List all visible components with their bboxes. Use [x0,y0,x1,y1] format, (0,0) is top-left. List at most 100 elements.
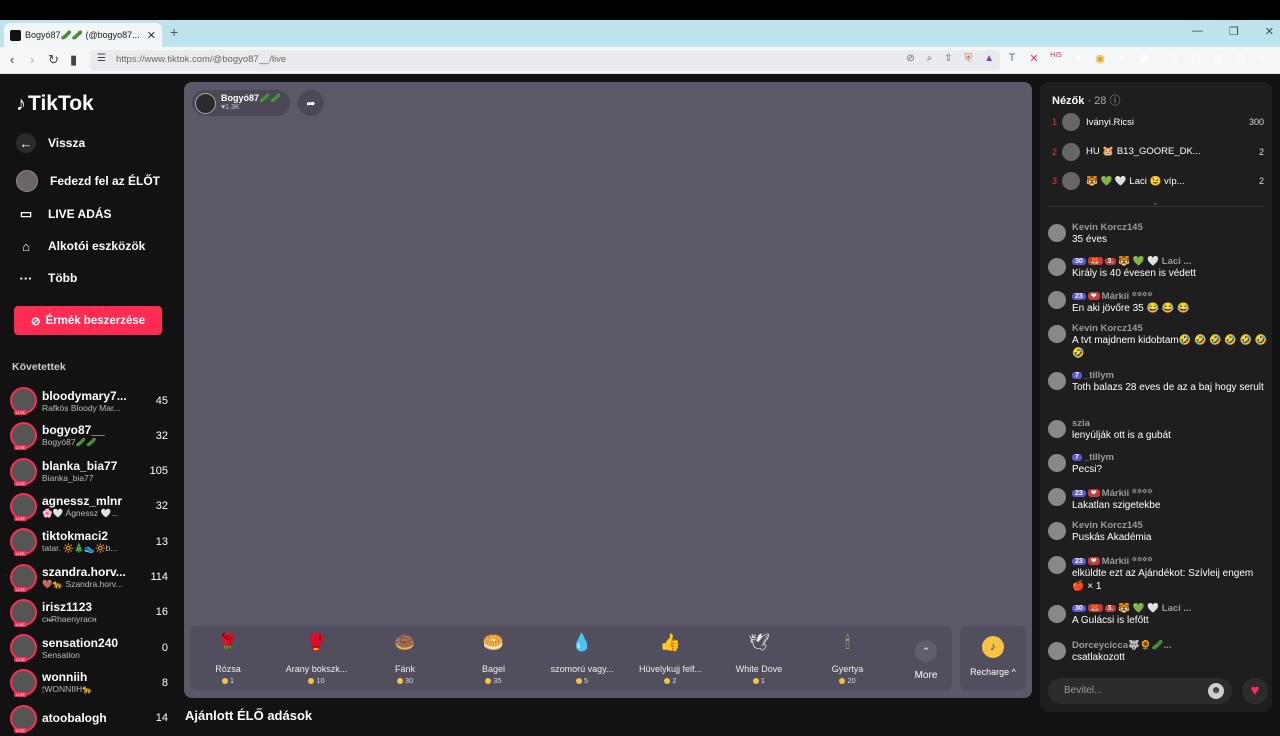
host-info[interactable]: Bogyó87🥒🥒 ♥1.3K [192,90,290,116]
zoom-icon[interactable]: ⌕ [927,53,933,64]
nav-explore-live[interactable]: Fedezd fel az ÉLŐT [16,170,160,192]
chat-message[interactable]: 23 ❤ Márkii ꙳꙳꙳꙳ elküldte ezt az Ajándékot… [1048,554,1268,593]
following-display-name: сн̶Rhaenyraсн [42,614,97,625]
following-item[interactable]: LIVE szandra.horv... 🤎🐆 Szandra.horv... … [10,560,168,595]
chat-message[interactable]: Kevin Korcz145 A tvt majdnem kidobtam🤣 🤣… [1048,323,1268,360]
chat-message[interactable]: Kevin Korcz145 Puskás Akadémia [1048,520,1268,544]
back-icon[interactable]: ‹ [10,52,14,67]
tiktok-logo[interactable]: ♪ TikTok [16,92,94,116]
extension-puzzle-icon[interactable]: ✦ [1115,52,1129,65]
site-info-icon[interactable]: ☰ [97,53,106,64]
chat-message[interactable]: 7 _tillym Toth balazs 28 eves de az a baj… [1048,370,1268,394]
rewards-icon[interactable]: ▲ [984,53,994,64]
gift-price: 2 [627,676,715,685]
following-item[interactable]: LIVE atoobalogh 14 [10,701,168,736]
close-window-icon[interactable]: ✕ [1265,25,1274,38]
chat-username: 🐯 💚 🤍 Laci ... [1118,256,1192,267]
extension-chrome-icon[interactable]: ◉ [1093,52,1107,65]
extension-circle-icon[interactable]: ● [1071,52,1085,65]
chat-user-line: 7 _tillym [1072,370,1268,381]
user-badge: ❤ [1087,557,1100,565]
tiktok-favicon-icon [10,29,21,41]
get-coins-button[interactable]: ⊘ Érmék beszerzése [14,306,162,335]
user-badge: 3. [1104,258,1117,265]
url-box[interactable]: ☰ https://www.tiktok.com/@bogyo87__/live… [90,50,1000,71]
avatar: LIVE [10,598,37,627]
following-item[interactable]: LIVE bogyo87__ Bogyó87🥒🥒 32 [10,418,168,453]
music-icon[interactable]: ♫ [1167,52,1181,65]
nav-back[interactable]: ← Vissza [16,133,85,153]
chat-message[interactable]: 30 🦊 3. 🐯 💚 🤍 Laci ... A Gulácsi is lefőtt [1048,603,1268,627]
browser-tab[interactable]: Bogyó87🥒🥒 (@bogyo87... ✕ [4,23,162,47]
gift-item[interactable]: 🌹 Rózsa 1 [184,630,272,685]
translate-icon[interactable]: T [1005,52,1019,65]
chat-user-line: szia [1072,418,1268,429]
chat-username: Márkii ꙳꙳꙳꙳ [1101,291,1153,302]
more-gifts-button[interactable]: ⌃ More [906,640,946,681]
gift-item[interactable]: 🥯 Bagel 35 [450,630,538,685]
sidebar-icon[interactable]: ▥ [1189,52,1203,65]
chat-message[interactable]: Dorceycicca🐺🌻🥒... csatlakozott [1048,640,1268,664]
top-viewer-row[interactable]: 1 Iványi.Ricsi 300 [1052,111,1264,133]
chat-message[interactable]: szia lenyúlják ott is a gubát [1048,418,1268,442]
following-username: bogyo87__ [42,423,105,438]
viewers-header[interactable]: Nézők · 28 ⓘ [1052,92,1121,108]
forward-icon[interactable]: › [30,52,34,67]
gift-item[interactable]: 🥊 Arany bokszk... 10 [273,630,361,685]
wallet-icon[interactable]: ▤ [1211,52,1225,65]
following-username: irisz1123 [42,600,93,615]
restore-icon[interactable]: ❐ [1229,25,1239,38]
share-button[interactable]: ➦ [298,90,324,116]
nav-creator-tools[interactable]: ⌂ Alkotói eszközök [16,236,145,256]
emoji-icon[interactable]: ☻ [1208,683,1224,699]
close-tab-icon[interactable]: ✕ [147,29,156,42]
chat-text: Lakatlan szigetekbe [1072,500,1161,511]
gift-item[interactable]: 🕊 White Dove 1 [715,630,803,685]
bookmark-icon[interactable]: ▮ [70,52,77,68]
nav-more[interactable]: ··· Több [16,268,78,288]
chat-message[interactable]: 30 🦊 3. 🐯 💚 🤍 Laci ... Király is 40 évesen … [1048,256,1268,280]
reload-icon[interactable]: ↻ [48,52,59,68]
chat-input[interactable]: Bevitel... [1048,678,1232,704]
following-username: tiktokmaci2 [42,529,109,544]
help-icon[interactable]: ⓘ [1110,95,1121,107]
chat-user-line: 30 🦊 3. 🐯 💚 🤍 Laci ... [1072,603,1268,614]
following-item[interactable]: LIVE sensation240 Sensation 0 [10,630,168,665]
chat-message[interactable]: 23 ❤ Márkii ꙳꙳꙳꙳ Lakatlan szigetekbe [1048,486,1268,512]
share-icon[interactable]: ⇪ [944,53,952,64]
following-item[interactable]: LIVE irisz1123 сн̶Rhaenyraсн 16 [10,595,168,630]
no-tracking-icon[interactable]: ⊘ [906,53,914,64]
gift-icon: 🕊 [748,633,770,652]
chat-message[interactable]: 7 _tillym Pecsi? [1048,452,1268,476]
following-item[interactable]: LIVE agnessz_mlnr 🌸🤍 Ágnessz 🤍... 32 [10,489,168,524]
url-text[interactable]: https://www.tiktok.com/@bogyo87__/live [116,54,286,65]
brave-shield-icon[interactable]: ⛨ [965,53,973,64]
chat-text: 35 éves [1072,234,1108,245]
live-video-stage[interactable]: Bogyó87🥒🥒 ♥1.3K ➦ 🌹 Rózsa 1 🥊 Arany boksz… [184,82,1032,698]
viewer-count: 45 [155,394,168,407]
new-tab-button[interactable]: + [170,24,178,40]
minimize-icon[interactable]: — [1192,25,1203,38]
following-item[interactable]: LIVE tiktokmaci2 tatar. 🔆🎄👟🔆b... 13 [10,524,168,559]
nav-live-broadcast[interactable]: ▭ LIVE ADÁS [16,204,112,224]
following-item[interactable]: LIVE wonniih 🕯WONNIIH🐆 8 [10,665,168,700]
gift-item[interactable]: 💧 szomorú vagy... 5 [538,630,626,685]
extension-x-icon[interactable]: ✕ [1027,52,1041,65]
following-item[interactable]: LIVE blanka_bia77 Bianka_bia77 105 [10,454,168,489]
following-item[interactable]: LIVE bloodymary7... Rafkós Bloody Mar...… [10,383,168,418]
recharge-button[interactable]: ♪ Recharge ^ [960,626,1026,690]
extension-his-icon[interactable]: HIS [1049,52,1063,65]
gift-item[interactable]: 👍 Hüvelykujj felf... 2 [627,630,715,685]
top-viewer-row[interactable]: 2 HU 🐹 B13_GOORE_DK... 2 [1052,141,1264,163]
gallery-icon[interactable]: ◫ [1233,52,1247,65]
ai-icon[interactable]: ✧ [1255,52,1269,65]
chat-message[interactable]: Kevin Korcz145 35 éves [1048,222,1268,246]
avatar [1048,420,1066,438]
gift-item[interactable]: 🍩 Fánk 30 [361,630,449,685]
gift-item[interactable]: 🕯 Gyertya 20 [804,630,892,685]
heart-icon[interactable]: ♥ [1242,678,1268,704]
top-viewer-row[interactable]: 3 🐯 💚 🤍 Laci 😉 víp... 2 [1052,170,1264,192]
extension-box-icon[interactable]: ▣ [1137,52,1151,65]
coin-icon: ⊘ [30,315,41,328]
chat-message[interactable]: 23 ❤ Márkii ꙳꙳꙳꙳ En aki jövőre 35 😂 😂 😂 [1048,289,1268,315]
